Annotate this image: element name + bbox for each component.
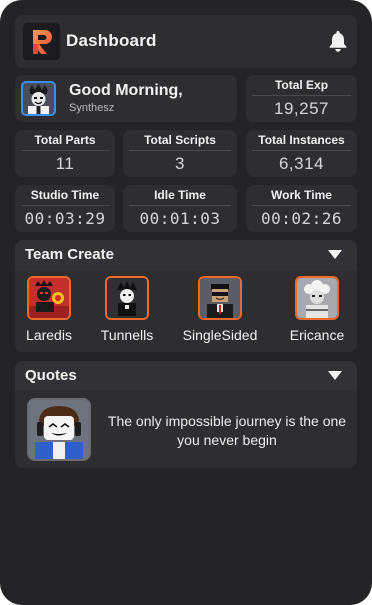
divider	[252, 95, 351, 96]
member-avatar	[198, 276, 242, 320]
divider	[129, 150, 231, 151]
stat-value: 19,257	[274, 99, 329, 118]
team-member[interactable]: Ericance	[272, 276, 362, 343]
member-name: Ericance	[289, 327, 345, 343]
divider	[21, 205, 109, 206]
stat-value: 11	[55, 154, 75, 173]
section-title: Team Create	[25, 246, 114, 263]
username-text: Synthesz	[69, 102, 115, 114]
bell-icon[interactable]	[328, 30, 348, 52]
greeting-text: Good Morning,	[69, 82, 183, 99]
stat-value: 00:02:26	[260, 209, 343, 228]
member-avatar	[295, 276, 339, 320]
team-member[interactable]: Tunnells	[82, 276, 172, 343]
member-name: Laredis	[26, 327, 72, 343]
stat-value: 00:03:29	[24, 209, 106, 228]
member-avatar	[105, 276, 149, 320]
stat-value: 00:01:03	[139, 209, 221, 228]
divider	[21, 150, 109, 151]
quote-avatar	[27, 398, 91, 461]
chevron-down-icon[interactable]	[328, 250, 342, 259]
r-logo-icon	[23, 23, 60, 60]
section-title: Quotes	[25, 367, 77, 384]
divider	[252, 150, 351, 151]
chevron-down-icon[interactable]	[328, 371, 342, 380]
stat-label: Total Exp	[274, 78, 329, 92]
member-name: SingleSided	[182, 327, 258, 343]
profile-card: Good Morning, Synthesz	[15, 75, 237, 122]
divider	[252, 205, 351, 206]
stat-total-parts: Total Parts 11	[15, 130, 115, 177]
stat-work-time: Work Time 00:02:26	[246, 185, 357, 232]
stat-total-scripts: Total Scripts 3	[123, 130, 237, 177]
header-bar: Dashboard	[15, 15, 357, 68]
divider	[129, 205, 231, 206]
dashboard-window: Dashboard Good Morning, Synthesz Total E…	[0, 0, 372, 605]
quotes-panel: Quotes The only impossible journey is th…	[15, 361, 357, 468]
stat-total-instances: Total Instances 6,314	[246, 130, 357, 177]
quote-text: The only impossible journey is the one y…	[107, 413, 347, 448]
page-title: Dashboard	[66, 31, 157, 50]
stat-label: Work Time	[271, 188, 332, 202]
member-avatar	[27, 276, 71, 320]
stat-label: Studio Time	[30, 188, 100, 202]
stat-value: 3	[175, 154, 185, 173]
team-member[interactable]: Laredis	[4, 276, 94, 343]
stat-label: Total Scripts	[144, 133, 216, 147]
stat-total-exp: Total Exp 19,257	[246, 75, 357, 122]
team-create-header[interactable]: Team Create	[15, 240, 357, 270]
stat-idle-time: Idle Time 00:01:03	[123, 185, 237, 232]
stat-label: Total Parts	[34, 133, 96, 147]
team-create-panel: Team Create Laredis Tunnells SingleSided…	[15, 240, 357, 352]
quotes-header[interactable]: Quotes	[15, 361, 357, 391]
stat-label: Total Instances	[258, 133, 345, 147]
stat-value: 6,314	[278, 154, 325, 173]
avatar	[21, 81, 56, 116]
member-name: Tunnells	[100, 327, 154, 343]
stat-studio-time: Studio Time 00:03:29	[15, 185, 115, 232]
team-member[interactable]: SingleSided	[175, 276, 265, 343]
stat-label: Idle Time	[154, 188, 206, 202]
